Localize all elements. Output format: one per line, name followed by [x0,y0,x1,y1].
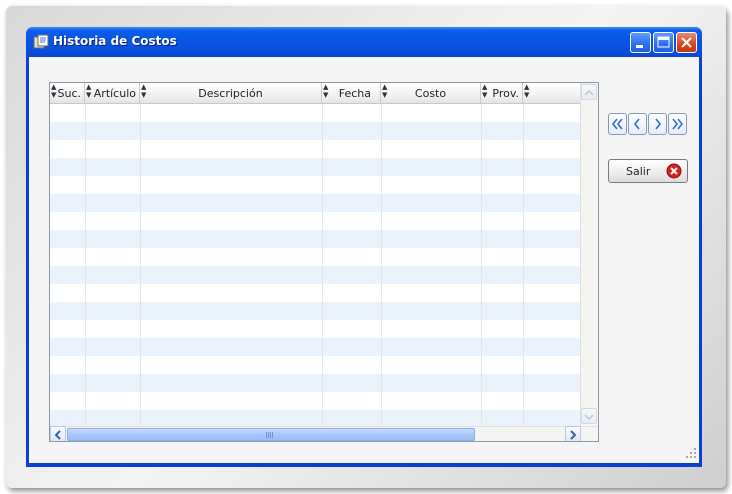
title-bar[interactable]: Historia de Costos [26,27,702,57]
minimize-icon [636,45,643,48]
maximize-icon [657,36,670,48]
close-icon [681,37,692,48]
error-close-icon [666,163,682,179]
costs-grid[interactable]: ▲ ▼ Suc. ▲ ▼ Artículo ▲ ▼ Descripción ▲ ▼ Fe… [49,82,599,442]
table-row[interactable] [50,266,580,284]
column-label: Suc. [57,87,82,100]
exit-button[interactable]: Salir [608,159,688,183]
table-row[interactable] [50,320,580,338]
column-divider [140,104,141,426]
horizontal-scrollbar[interactable] [50,426,598,441]
chevron-up-icon [584,89,594,96]
chevron-right-icon [655,118,662,130]
table-row[interactable] [50,194,580,212]
window-client-area: ▲ ▼ Suc. ▲ ▼ Artículo ▲ ▼ Descripción ▲ ▼ Fe… [29,57,699,463]
table-row[interactable] [50,302,580,320]
exit-button-label: Salir [626,165,651,178]
app-window: Historia de Costos ▲ ▼ Suc. ▲ ▼ Artículo… [26,27,702,467]
grip-icon [266,432,274,438]
nav-next-button[interactable] [648,113,667,135]
column-header-costo[interactable]: ▲ ▼ Costo [381,83,481,103]
table-row[interactable] [50,122,580,140]
horizontal-scroll-thumb[interactable] [67,428,475,441]
chevron-left-icon [54,430,61,440]
column-divider [381,104,382,426]
app-icon [33,34,49,50]
column-divider [481,104,482,426]
sort-icon: ▲ ▼ [524,83,530,99]
column-divider [85,104,86,426]
table-row[interactable] [50,230,580,248]
vertical-scrollbar[interactable] [580,83,598,426]
maximize-button[interactable] [653,32,674,53]
column-header-suc[interactable]: ▲ ▼ Suc. [50,83,85,103]
nav-last-button[interactable] [668,113,687,135]
table-row[interactable] [50,212,580,230]
table-row[interactable] [50,338,580,356]
table-row[interactable] [50,374,580,392]
column-divider [523,104,524,426]
window-title: Historia de Costos [53,34,177,48]
scroll-down-button[interactable] [581,408,597,424]
minimize-button[interactable] [630,32,651,53]
column-label: Prov. [492,87,519,100]
table-row[interactable] [50,284,580,302]
scroll-left-button[interactable] [50,426,66,441]
table-row[interactable] [50,356,580,374]
sort-icon: ▲ ▼ [51,83,57,99]
table-row[interactable] [50,248,580,266]
column-label: Costo [414,87,447,100]
sort-icon: ▲ ▼ [86,83,92,99]
chevron-right-icon [570,430,577,440]
sort-icon: ▲ ▼ [323,83,329,99]
table-row[interactable] [50,140,580,158]
chevron-down-icon [584,414,594,421]
grid-header: ▲ ▼ Suc. ▲ ▼ Artículo ▲ ▼ Descripción ▲ ▼ Fe… [50,83,580,104]
nav-previous-button[interactable] [628,113,647,135]
sort-icon: ▲ ▼ [382,83,388,99]
table-row[interactable] [50,104,580,122]
column-header-articulo[interactable]: ▲ ▼ Artículo [85,83,140,103]
table-row[interactable] [50,176,580,194]
column-header-fecha[interactable]: ▲ ▼ Fecha [322,83,381,103]
resize-grip-icon[interactable] [685,447,697,459]
double-chevron-right-icon [672,118,684,130]
close-button[interactable] [676,32,697,53]
sort-icon: ▲ ▼ [141,83,147,99]
column-header-prov[interactable]: ▲ ▼ Prov. [481,83,523,103]
column-header-extra[interactable]: ▲ ▼ [523,83,580,103]
table-row[interactable] [50,158,580,176]
double-chevron-left-icon [611,118,623,130]
column-header-descripcion[interactable]: ▲ ▼ Descripción [140,83,322,103]
table-row[interactable] [50,392,580,410]
scroll-up-button[interactable] [581,84,597,100]
column-label: Descripción [198,87,263,100]
column-label: Artículo [93,87,136,100]
scroll-right-button[interactable] [565,426,581,441]
table-row[interactable] [50,410,580,426]
column-divider [322,104,323,426]
chevron-left-icon [633,118,640,130]
sort-icon: ▲ ▼ [482,83,488,99]
nav-first-button[interactable] [608,113,627,135]
column-label: Fecha [338,87,371,100]
grid-body[interactable] [50,104,580,426]
